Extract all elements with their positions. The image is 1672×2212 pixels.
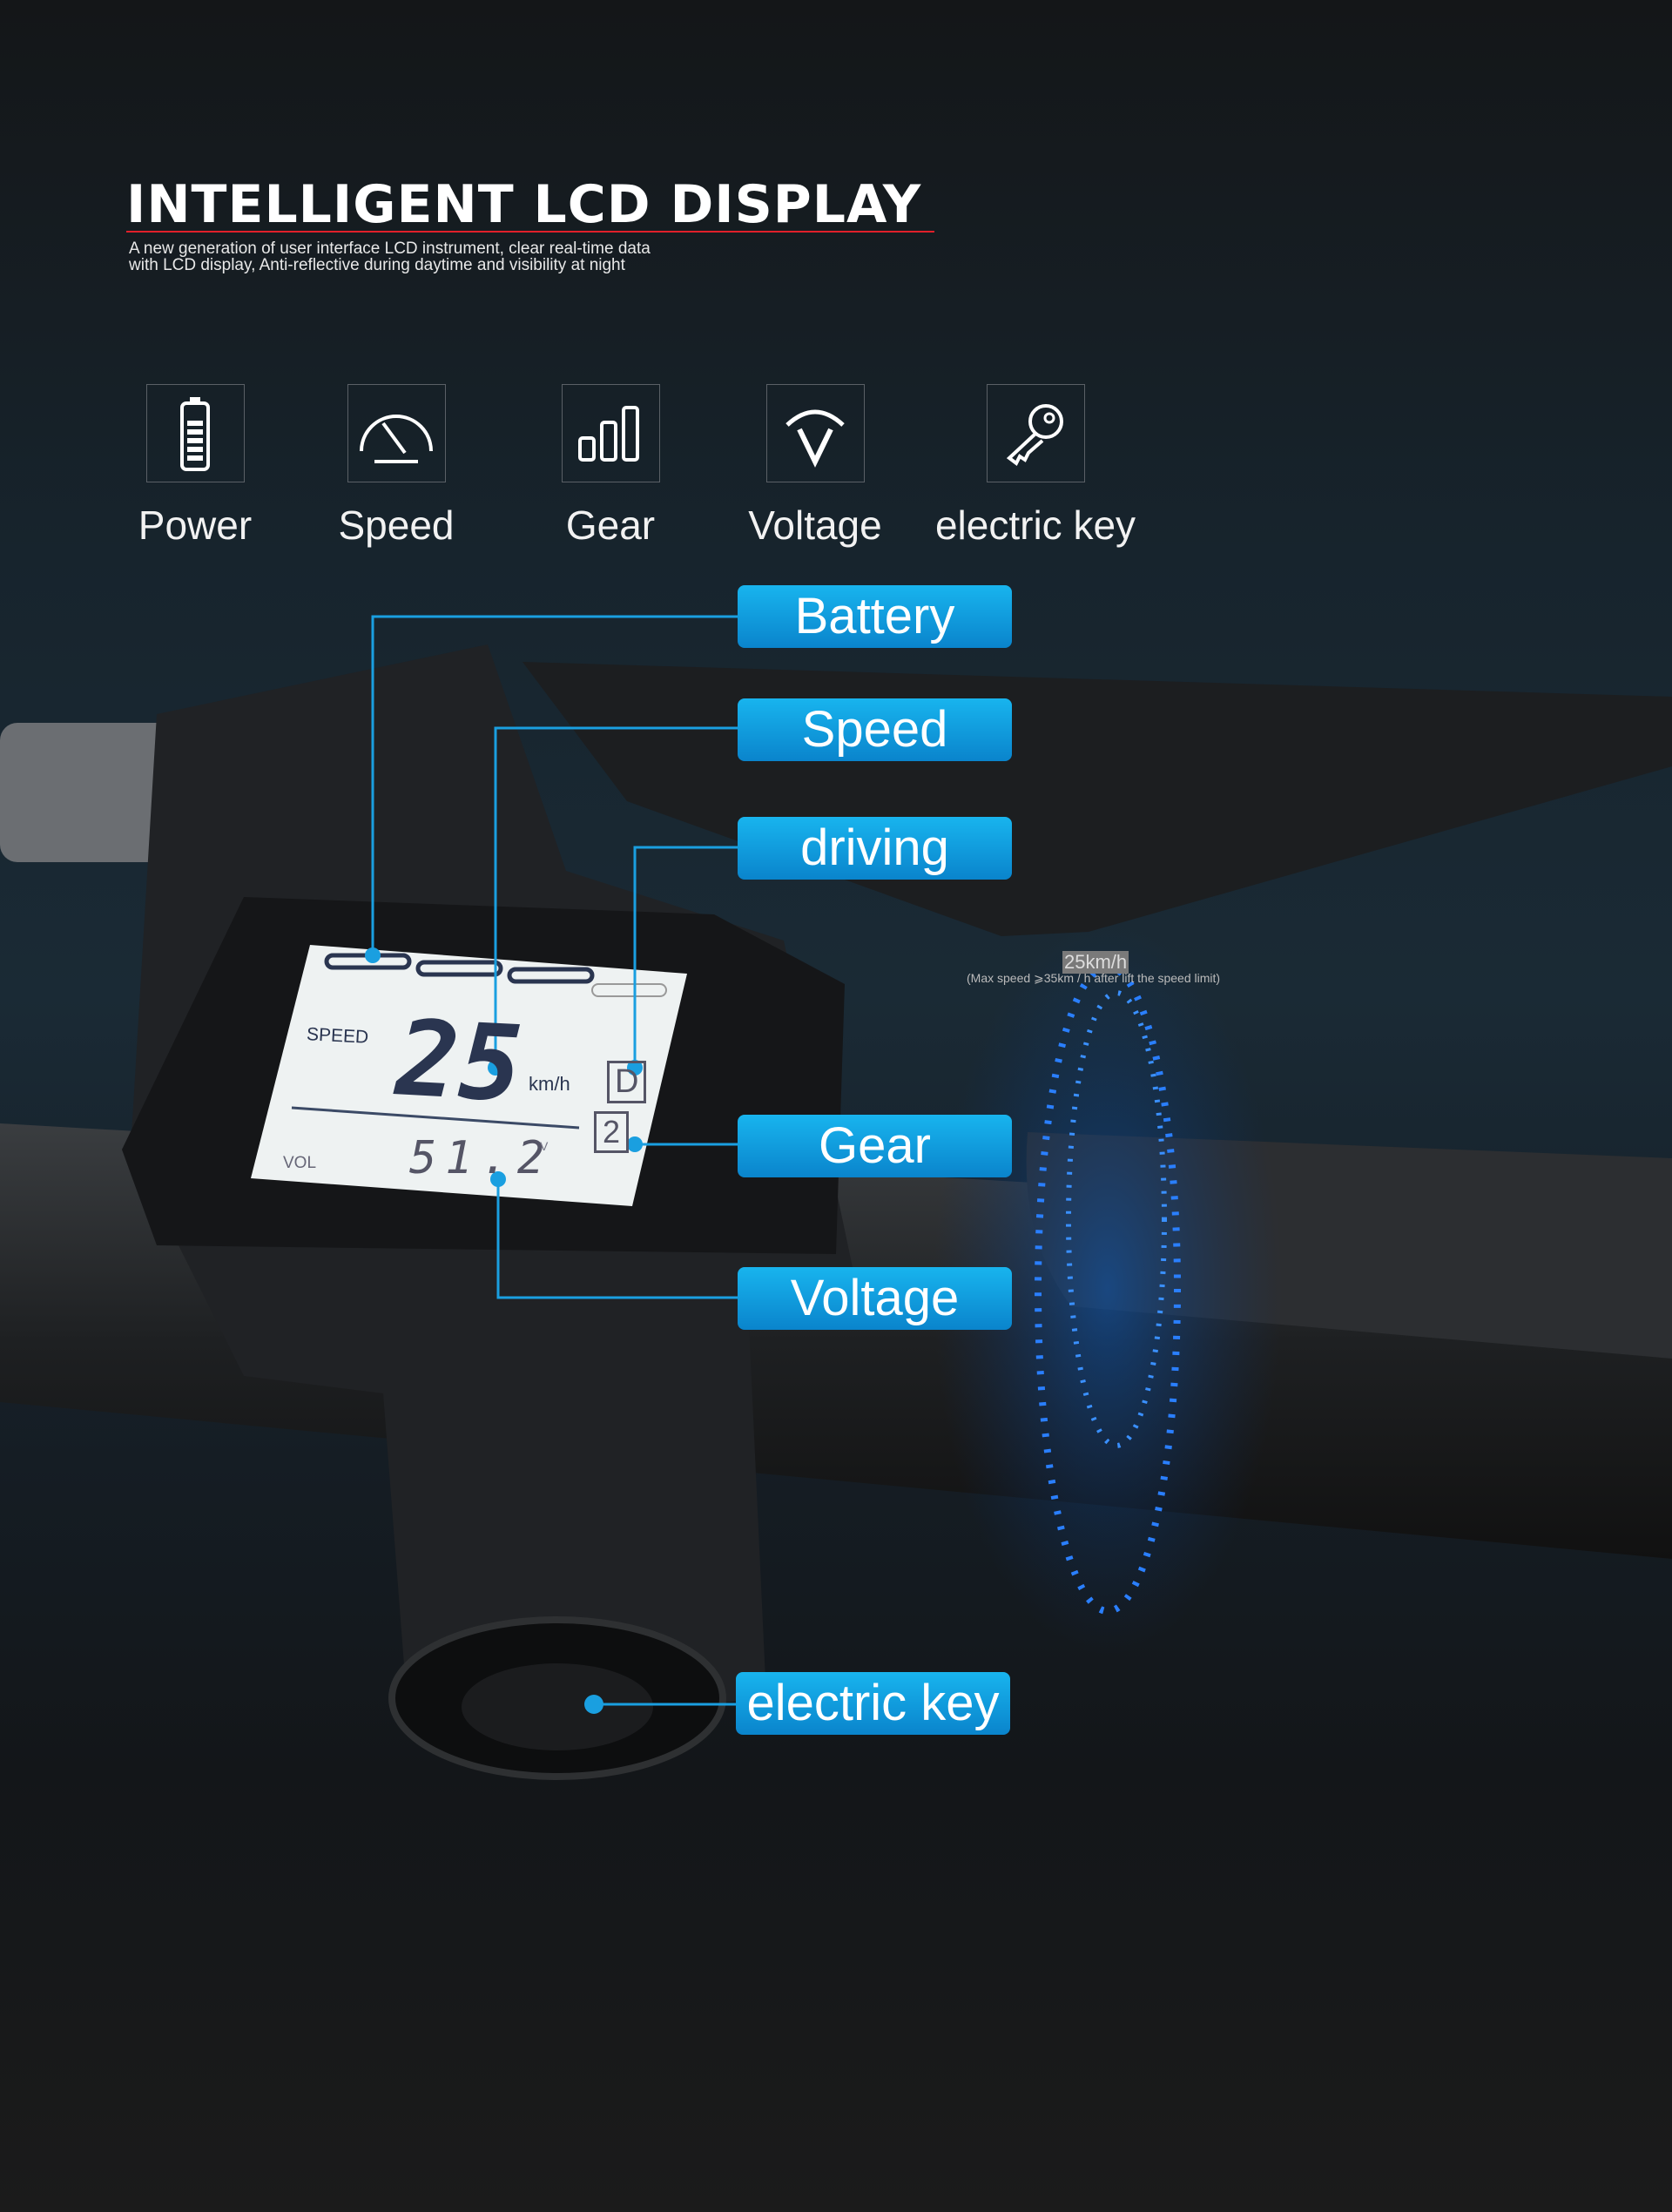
lcd-voltage-value: 51.2 [409,1132,554,1184]
key-icon [986,384,1085,482]
lcd-drive-mode: D [607,1061,647,1103]
feature-gear: Gear [506,384,715,549]
page-title: INTELLIGENT LCD DISPLAY [126,174,922,235]
title-underline [126,231,934,233]
feature-label: Gear [565,502,656,548]
callout-gear: Gear [738,1115,1012,1177]
feature-electric-key: electric key [931,384,1140,549]
battery-icon [145,384,245,482]
lcd-vol-label: VOL [283,1154,317,1172]
lcd-voltage-unit: V [540,1139,549,1153]
handlebar-illustration [0,615,1672,1780]
callout-voltage: Voltage [738,1267,1012,1330]
callout-driving: driving [738,817,1012,880]
lcd-gear: 2 [594,1111,630,1153]
speedometer-icon [347,384,446,482]
signal-bars-icon [561,384,660,482]
voltage-icon [765,384,865,482]
feature-label: Speed [338,502,455,548]
subtitle-line-1: A new generation of user interface LCD i… [129,239,651,258]
lcd-speed-label: SPEED [306,1024,369,1048]
speed-limit-note: (Max speed ⩾35km / h after lift the spee… [967,971,1221,985]
feature-label: electric key [934,502,1136,548]
callout-battery: Battery [738,585,1012,648]
subtitle-line-2: with LCD display, Anti-reflective during… [129,256,625,274]
lcd-speed-unit: km/h [529,1073,570,1095]
lcd-speed-value: 25 [393,998,526,1126]
feature-voltage: Voltage [711,384,920,549]
callout-electric-key: electric key [736,1672,1010,1735]
feature-power: Power [91,384,300,549]
callout-speed: Speed [738,698,1012,761]
feature-speed: Speed [292,384,501,549]
feature-label: Voltage [748,502,882,548]
feature-label: Power [138,502,253,548]
